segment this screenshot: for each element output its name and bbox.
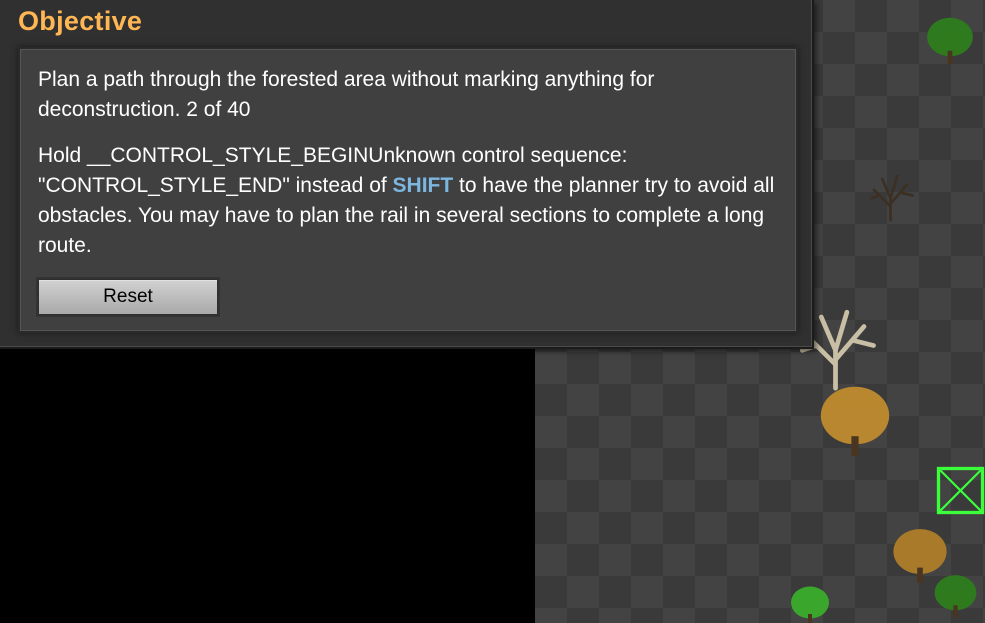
tree-green-1: [920, 10, 980, 70]
tree-green-box: [933, 463, 985, 518]
tree-orange-3: [885, 520, 955, 590]
objective-title: Objective: [18, 6, 812, 37]
tree-dead-1: [863, 168, 918, 223]
tree-orange-2: [810, 375, 900, 465]
objective-line-1: Plan a path through the forested area wi…: [38, 65, 778, 125]
tree-green-3: [928, 568, 983, 623]
objective-body: Plan a path through the forested area wi…: [18, 47, 798, 333]
tree-green-2: [785, 580, 835, 623]
objective-line-2: Hold __CONTROL_STYLE_BEGINUnknown contro…: [38, 141, 778, 261]
reset-button[interactable]: Reset: [38, 279, 218, 315]
objective-panel: Objective Plan a path through the forest…: [0, 0, 814, 349]
key-highlight: SHIFT: [393, 174, 454, 197]
